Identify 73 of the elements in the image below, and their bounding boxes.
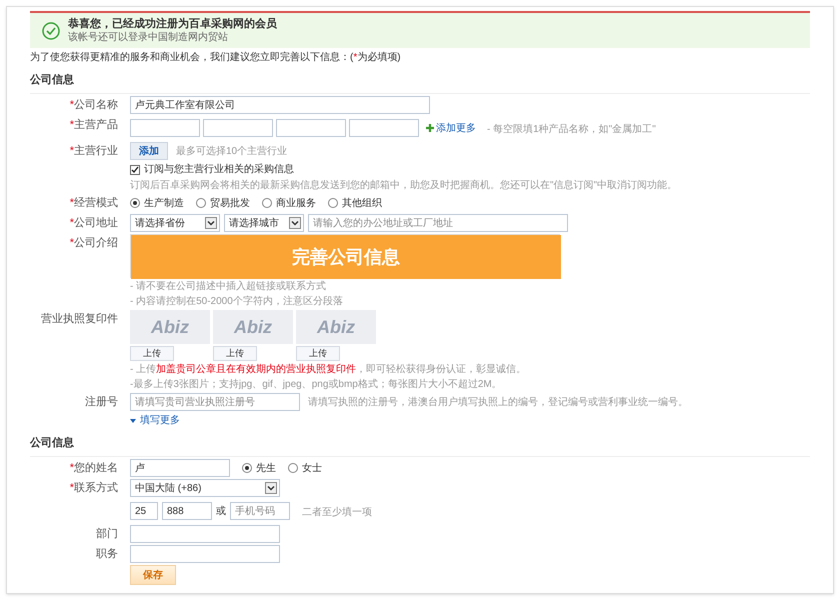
plus-icon	[426, 124, 434, 132]
hint-text: 最多可选择10个主营行业	[176, 144, 288, 158]
section-title: 公司信息	[30, 437, 74, 449]
input-field[interactable]: 手机号码	[230, 502, 290, 520]
add-button[interactable]: 添加	[130, 142, 168, 160]
section-title: 公司信息	[30, 74, 74, 86]
add-more-link[interactable]: 添加更多	[426, 120, 476, 136]
field-label: 营业执照复印件	[41, 313, 118, 325]
radio-button[interactable]	[196, 198, 206, 208]
radio-button[interactable]	[242, 463, 252, 473]
input-field[interactable]: 888	[162, 502, 212, 520]
radio-button[interactable]	[328, 198, 338, 208]
field-label: *经营模式	[70, 197, 118, 209]
input-field[interactable]	[130, 545, 280, 563]
hint-text: 订阅后百卓采购网会将相关的最新采购信息发送到您的邮箱中，助您及时把握商机。您还可以在"信息订阅"中取消订阅功能。	[130, 179, 678, 192]
radio-label: 先生	[256, 462, 276, 476]
banner-subtitle: 该帐号还可以登录中国制造网内贸站	[68, 31, 229, 44]
checkbox-label: 订阅与您主营行业相关的采购信息	[144, 162, 294, 177]
input-field[interactable]	[349, 119, 419, 137]
field-label: *主营行业	[70, 145, 118, 157]
field-label: *公司名称	[70, 99, 118, 111]
input-field[interactable]: 卢	[130, 459, 230, 477]
input-field[interactable]: 请输入您的办公地址或工厂地址	[308, 214, 568, 232]
field-label: *联系方式	[70, 482, 118, 494]
input-field[interactable]	[130, 119, 200, 137]
upload-button[interactable]: 上传	[130, 346, 174, 361]
banner-title: 恭喜您，已经成功注册为百卓采购网的会员	[68, 17, 277, 31]
field-label: *您的姓名	[70, 462, 118, 474]
field-label: 注册号	[85, 396, 118, 408]
hint-text: 二者至少填一项	[302, 507, 372, 518]
checkbox[interactable]	[130, 164, 140, 174]
overlay-title: 完善公司信息	[292, 246, 400, 268]
radio-label: 商业服务	[276, 196, 316, 210]
hint-text: -最多上传3张图片；支持jpg、gif、jpeg、png或bmp格式；每张图片大小不超过2M。	[130, 378, 503, 391]
hint-text: - 请不要在公司描述中插入超链接或联系方式	[130, 280, 328, 293]
hint-text: 请填写执照的注册号，港澳台用户填写执照上的编号，登记编号或营利事业统一编号。	[308, 396, 688, 408]
hint-text: - 每空限填1种产品名称，如"金属加工"	[487, 124, 656, 135]
field-label: 部门	[96, 528, 118, 540]
radio-button[interactable]	[130, 198, 140, 208]
hint-text: - 上传加盖贵司公章且在有效期内的营业执照复印件，即可轻松获得身份认证，彰显诚信。	[130, 363, 528, 376]
radio-button[interactable]	[262, 198, 272, 208]
logo-text: Abiz	[296, 310, 376, 344]
fill-more-link[interactable]: 填写更多	[130, 413, 810, 428]
field-label: *公司介绍	[70, 237, 118, 249]
radio-button[interactable]	[288, 463, 298, 473]
radio-label: 贸易批发	[210, 196, 250, 210]
input-field[interactable]	[203, 119, 273, 137]
radio-label: 生产制造	[144, 196, 184, 210]
input-field[interactable]	[130, 525, 280, 543]
dropdown[interactable]: 中国大陆 (+86)	[130, 479, 280, 497]
hint-text: - 内容请控制在50-2000个字符内，注意区分段落	[130, 295, 344, 308]
caret-icon	[130, 418, 136, 422]
field-label: *公司地址	[70, 217, 118, 229]
field-label: 职务	[96, 548, 118, 560]
caret-icon	[289, 217, 301, 229]
upload-button[interactable]: 上传	[213, 346, 257, 361]
dropdown[interactable]: 请选择城市	[224, 214, 304, 232]
logo-text: Abiz	[213, 310, 293, 344]
radio-label: 其他组织	[342, 196, 382, 210]
field-label: *主营产品	[70, 119, 118, 131]
logo-text: Abiz	[130, 310, 210, 344]
or-text: 或	[216, 504, 226, 518]
input-field[interactable]	[276, 119, 346, 137]
dropdown[interactable]: 请选择省份	[130, 214, 220, 232]
upload-button[interactable]: 上传	[296, 346, 340, 361]
check-circle-icon	[42, 22, 60, 40]
caret-icon	[265, 482, 277, 494]
input-field[interactable]: 请填写贵司营业执照注册号	[130, 393, 300, 411]
radio-label: 女士	[302, 462, 322, 476]
caret-icon	[205, 217, 217, 229]
intro-text: 为了使您获得更精准的服务和商业机会，我们建议您立即完善以下信息：(*为必填项)	[30, 50, 402, 65]
input-field[interactable]: 卢元典工作室有限公司	[130, 96, 430, 114]
input-field[interactable]: 25	[130, 502, 158, 520]
